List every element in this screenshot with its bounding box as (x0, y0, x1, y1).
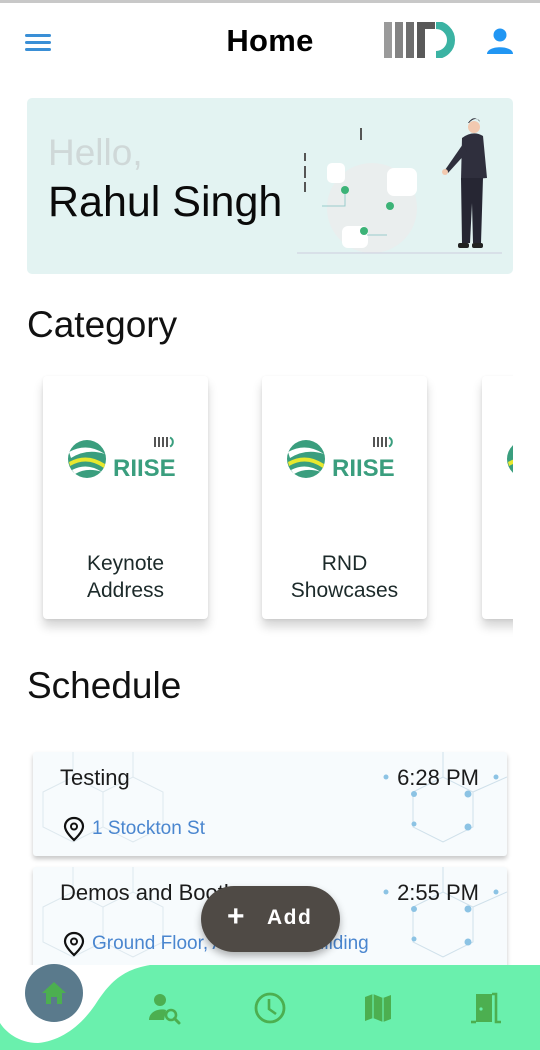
category-card-partial[interactable] (482, 376, 513, 619)
map-icon[interactable] (360, 990, 396, 1026)
event-time: 2:55 PM (397, 880, 479, 905)
category-card-keynote[interactable]: RIISE Keynote Address (43, 376, 208, 619)
location-pin-icon (63, 816, 85, 842)
add-button[interactable]: + Add (201, 886, 340, 952)
person-search-icon[interactable] (146, 990, 182, 1026)
add-button-label: Add (267, 906, 313, 929)
nav-home[interactable] (25, 964, 83, 1022)
category-heading: Category (27, 304, 178, 345)
riise-logo (507, 445, 513, 473)
user-name: Rahul Singh (48, 178, 283, 226)
presentation-illustration (297, 118, 502, 254)
riise-logo: RIISE (287, 436, 395, 482)
schedule-item[interactable]: Testing 6:28 PM 1 Stockton St (33, 752, 507, 856)
app-bar: Home (0, 3, 540, 80)
location-pin-icon (63, 931, 85, 957)
home-icon (42, 982, 66, 1004)
riise-logo: RIISE (68, 436, 176, 482)
page-title: Home (226, 23, 314, 58)
iiitd-logo (384, 22, 455, 58)
category-label: RND Showcases (290, 552, 399, 602)
greeting-hello: Hello, (48, 132, 143, 173)
event-location-link[interactable]: 1 Stockton St (92, 818, 205, 840)
clock-icon[interactable] (252, 990, 288, 1026)
category-card-rnd[interactable]: RIISE RND Showcases (262, 376, 427, 619)
door-exit-icon[interactable] (468, 990, 504, 1026)
event-time: 6:28 PM (397, 765, 479, 790)
svg-text:RIISE: RIISE (113, 455, 176, 482)
svg-text:RIISE: RIISE (332, 455, 395, 482)
person-icon[interactable] (484, 25, 516, 57)
plus-icon: + (227, 900, 245, 933)
greeting-banner: Hello, Rahul Singh (27, 98, 513, 274)
category-carousel[interactable]: RIISE Keynote Address RIISE RND Showcase… (27, 368, 513, 648)
event-title: Testing (60, 765, 130, 790)
category-label: Keynote Address (86, 552, 165, 602)
schedule-heading: Schedule (27, 665, 182, 706)
